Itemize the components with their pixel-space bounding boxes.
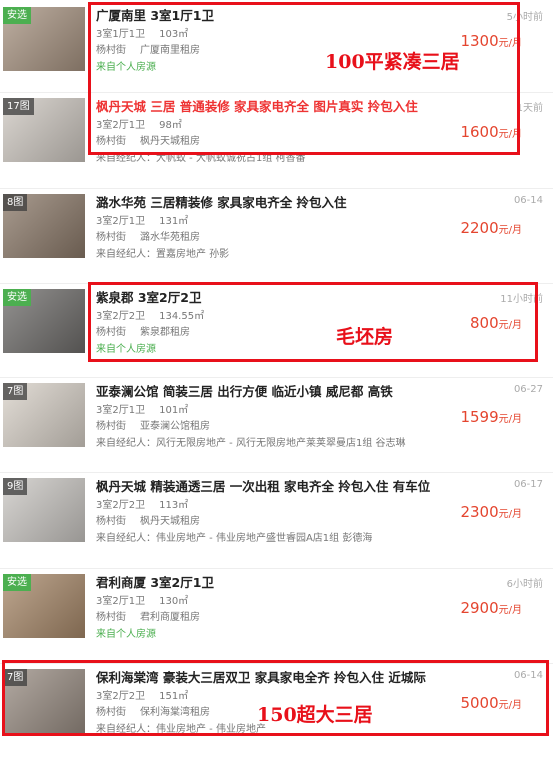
- room-layout: 3室2厅1卫: [96, 405, 146, 416]
- listing-title[interactable]: 亚泰澜公馆 简装三居 出行方便 临近小镇 威尼都 高铁: [96, 381, 393, 400]
- row-divider: [0, 188, 553, 189]
- listing-item[interactable]: 7图 亚泰澜公馆 简装三居 出行方便 临近小镇 威尼都 高铁 3室2厅1卫 101㎡杨…: [0, 381, 553, 475]
- photo-badge: 9图: [3, 478, 28, 495]
- listing-location: 杨村街 枫丹天城租房: [96, 512, 200, 527]
- listing-title[interactable]: 枫丹天城 精装通透三居 一次出租 家电齐全 拎包入住 有车位: [96, 476, 430, 495]
- monthly-rent: 2200元/月: [460, 219, 522, 237]
- listing-source: 来自经纪人：风行无限房地产 - 风行无限房地产莱荚翠曼店1组 谷志琳: [96, 438, 406, 449]
- post-time: 1天前: [516, 103, 543, 114]
- rent-unit: 元/月: [498, 414, 522, 425]
- monthly-rent: 2300元/月: [460, 503, 522, 521]
- listing-specs: 3室2厅2卫 113㎡: [96, 496, 188, 511]
- photo-badge: 8图: [3, 194, 28, 211]
- floor-area: 131㎡: [159, 216, 189, 227]
- listing-item[interactable]: 9图 枫丹天城 精装通透三居 一次出租 家电齐全 拎包入住 有车位 3室2厅2卫 11…: [0, 476, 553, 570]
- post-time: 06-14: [513, 195, 543, 206]
- street-name: 杨村街: [96, 232, 126, 243]
- post-time: 06-17: [513, 479, 543, 490]
- estate-rent-link[interactable]: 亚泰澜公馆租房: [140, 421, 210, 432]
- photo-badge: 安选: [3, 7, 31, 24]
- street-name: 杨村街: [96, 516, 126, 527]
- row-divider: [0, 377, 553, 378]
- rent-amount: 1599: [460, 408, 499, 426]
- estate-rent-link[interactable]: 枫丹天城租房: [140, 516, 200, 527]
- monthly-rent: 1599元/月: [460, 408, 522, 426]
- listing-photo[interactable]: 7图: [3, 383, 85, 447]
- listing-specs: 3室2厅1卫 130㎡: [96, 592, 188, 607]
- listing-source: 来自经纪人：伟业房地产 - 伟业房地产盛世睿园A店1组 彭德海: [96, 533, 373, 544]
- listing-photo[interactable]: 安选: [3, 289, 85, 353]
- listing-photo[interactable]: 17图: [3, 98, 85, 162]
- highlight-box-1: [88, 2, 520, 155]
- rent-unit: 元/月: [498, 225, 522, 236]
- post-time: 6小时前: [506, 579, 543, 590]
- rent-unit: 元/月: [498, 605, 522, 616]
- annotation-3: 150超大三居: [257, 704, 373, 726]
- annotation-1: 100平紧凑三居: [325, 51, 460, 73]
- rent-amount: 2300: [460, 503, 499, 521]
- listing-source: 来自经纪人：置嘉房地产 孙影: [96, 249, 230, 260]
- street-name: 杨村街: [96, 421, 126, 432]
- listing-photo[interactable]: 9图: [3, 478, 85, 542]
- room-layout: 3室2厅2卫: [96, 500, 146, 511]
- monthly-rent: 2900元/月: [460, 599, 522, 617]
- post-time: 06-27: [513, 384, 543, 395]
- rent-unit: 元/月: [498, 509, 522, 520]
- photo-badge: 安选: [3, 574, 31, 591]
- row-divider: [0, 568, 553, 569]
- listing-specs: 3室2厅1卫 101㎡: [96, 401, 188, 416]
- rent-amount: 2900: [460, 599, 499, 617]
- listing-photo[interactable]: 8图: [3, 194, 85, 258]
- listing-title[interactable]: 君利商厦 3室2厅1卫: [96, 572, 214, 591]
- listing-title[interactable]: 潞水华苑 三居精装修 家具家电齐全 拎包入住: [96, 192, 347, 211]
- rent-amount: 2200: [460, 219, 499, 237]
- floor-area: 113㎡: [159, 500, 189, 511]
- listing-specs: 3室2厅1卫 131㎡: [96, 212, 188, 227]
- listing-photo[interactable]: 安选: [3, 574, 85, 638]
- floor-area: 130㎡: [159, 596, 189, 607]
- estate-rent-link[interactable]: 潞水华苑租房: [140, 232, 200, 243]
- listing-item[interactable]: 8图 潞水华苑 三居精装修 家具家电齐全 拎包入住 3室2厅1卫 131㎡杨村街 潞水华…: [0, 192, 553, 286]
- listing-location: 杨村街 潞水华苑租房: [96, 228, 200, 243]
- listing-location: 杨村街 亚泰澜公馆租房: [96, 417, 210, 432]
- photo-badge: 安选: [3, 289, 31, 306]
- highlight-box-2: [88, 282, 538, 362]
- annotation-2: 毛坯房: [336, 326, 394, 348]
- street-name: 杨村街: [96, 612, 126, 623]
- room-layout: 3室2厅1卫: [96, 596, 146, 607]
- estate-rent-link[interactable]: 君利商厦租房: [140, 612, 200, 623]
- listing-photo[interactable]: 安选: [3, 7, 85, 71]
- photo-badge: 17图: [3, 98, 34, 115]
- listing-location: 杨村街 君利商厦租房: [96, 608, 200, 623]
- row-divider: [0, 472, 553, 473]
- photo-badge: 7图: [3, 383, 28, 400]
- room-layout: 3室2厅1卫: [96, 216, 146, 227]
- listing-source: 来自个人房源: [96, 629, 156, 640]
- listing-item[interactable]: 安选 君利商厦 3室2厅1卫 3室2厅1卫 130㎡杨村街 君利商厦租房来自个人房源 6小…: [0, 572, 553, 666]
- floor-area: 101㎡: [159, 405, 189, 416]
